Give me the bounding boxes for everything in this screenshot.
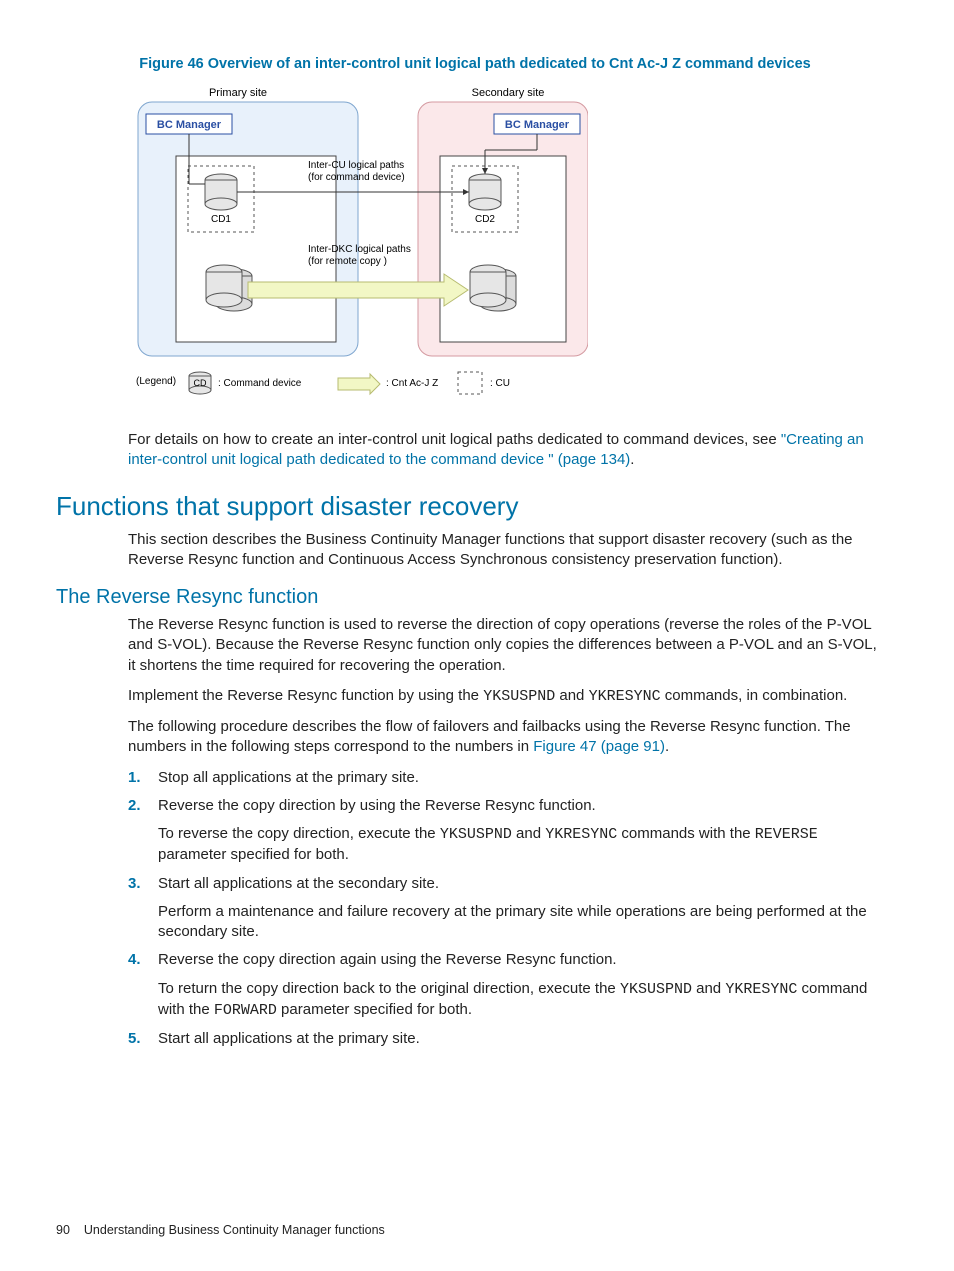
svg-text:CD2: CD2 [475, 214, 495, 225]
label-inter-cu: Inter-CU logical paths (for command devi… [308, 160, 407, 183]
heading-reverse-resync: The Reverse Resync function [56, 586, 894, 609]
svg-text:Secondary site: Secondary site [472, 87, 545, 99]
svg-text:(Legend): (Legend) [136, 376, 176, 387]
step-text: Start all applications at the primary si… [158, 1029, 884, 1049]
step-text: Reverse the copy direction again using t… [158, 950, 884, 970]
code-literal: YKSUSPND [440, 826, 512, 843]
step-number: 4. [128, 950, 158, 1021]
svg-text:: Cnt Ac-J Z: : Cnt Ac-J Z [386, 378, 438, 389]
step-text: To reverse the copy direction, execute t… [158, 824, 884, 866]
step-number: 3. [128, 874, 158, 943]
link-figure-47[interactable]: Figure 47 (page 91) [533, 738, 665, 755]
step-text: To return the copy direction back to the… [158, 979, 884, 1022]
code-literal: YKSUSPND [620, 981, 692, 998]
procedure-steps: 1.Stop all applications at the primary s… [128, 768, 884, 1050]
svg-text:: CU: : CU [490, 378, 510, 389]
rr-p1: The Reverse Resync function is used to r… [128, 615, 884, 676]
svg-text:CD: CD [194, 378, 207, 388]
svg-text:BC Manager: BC Manager [505, 119, 570, 131]
code-literal: REVERSE [755, 826, 818, 843]
label-inter-dkc: Inter-DKC logical paths (for remote copy… [308, 244, 414, 267]
list-item: 3.Start all applications at the secondar… [128, 874, 884, 943]
intro-paragraph: For details on how to create an inter-co… [128, 430, 884, 471]
list-item: 5.Start all applications at the primary … [128, 1029, 884, 1049]
step-number: 2. [128, 796, 158, 866]
step-text: Reverse the copy direction by using the … [158, 796, 884, 816]
code-literal: YKRESYNC [545, 826, 617, 843]
code-literal: FORWARD [214, 1002, 277, 1019]
section-intro: This section describes the Business Cont… [128, 530, 884, 571]
svg-text:CD1: CD1 [211, 214, 231, 225]
list-item: 2.Reverse the copy direction by using th… [128, 796, 884, 866]
svg-text:Primary site: Primary site [209, 87, 267, 99]
svg-text:: Command device: : Command device [218, 378, 302, 389]
step-text: Perform a maintenance and failure recove… [158, 902, 884, 943]
step-text: Stop all applications at the primary sit… [158, 768, 884, 788]
page-footer: 90Understanding Business Continuity Mana… [56, 1223, 385, 1237]
list-item: 1.Stop all applications at the primary s… [128, 768, 884, 788]
step-number: 1. [128, 768, 158, 788]
svg-text:BC Manager: BC Manager [157, 119, 222, 131]
list-item: 4.Reverse the copy direction again using… [128, 950, 884, 1021]
code-literal: YKRESYNC [725, 981, 797, 998]
figure-caption: Figure 46 Overview of an inter-control u… [56, 56, 894, 72]
step-number: 5. [128, 1029, 158, 1049]
rr-p3: The following procedure describes the fl… [128, 717, 884, 758]
rr-p2: Implement the Reverse Resync function by… [128, 686, 884, 707]
figure-diagram: Primary site Secondary site BC Manager B… [128, 84, 894, 404]
step-text: Start all applications at the secondary … [158, 874, 884, 894]
heading-functions-dr: Functions that support disaster recovery [56, 491, 894, 522]
